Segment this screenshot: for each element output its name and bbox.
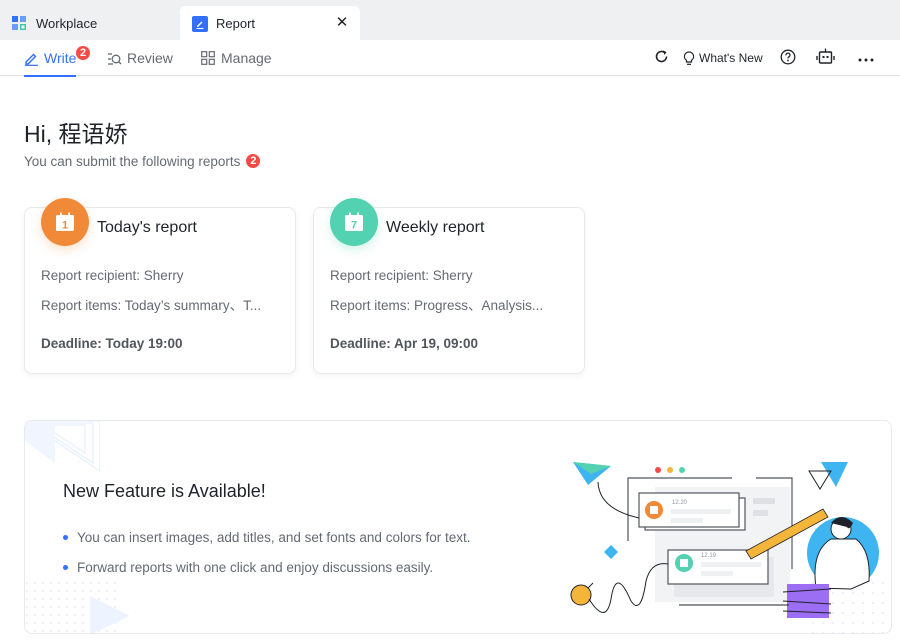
bullet-dot — [63, 535, 68, 540]
card-recipient: Report recipient: Sherry — [330, 268, 473, 283]
decorative-dots — [25, 581, 130, 633]
nav-label: Review — [127, 50, 173, 66]
more-button[interactable] — [858, 40, 874, 76]
calendar-day-number: 1 — [62, 220, 68, 232]
feature-bullet-text: You can insert images, add titles, and s… — [77, 530, 471, 545]
help-circle-icon — [780, 49, 796, 68]
illustration-date: 12.19 — [701, 553, 717, 559]
close-icon[interactable]: ✕ — [334, 15, 350, 31]
bullet-dot — [63, 565, 68, 570]
more-horizontal-icon — [858, 51, 874, 65]
tab-workplace[interactable]: Workplace — [0, 6, 180, 40]
feature-title: New Feature is Available! — [63, 481, 266, 501]
lightbulb-icon — [683, 50, 695, 66]
pencil-icon — [24, 51, 39, 66]
review-search-icon — [107, 51, 122, 66]
tab-report[interactable]: Report ✕ — [180, 6, 360, 40]
subtitle-text: You can submit the following reports — [24, 153, 241, 169]
refresh-button[interactable] — [654, 40, 669, 76]
calendar-day-number: 7 — [351, 220, 357, 232]
help-button[interactable] — [780, 40, 796, 76]
feature-bullet: You can insert images, add titles, and s… — [63, 530, 470, 545]
page-title: Hi, 程语娇 — [24, 121, 128, 147]
new-feature-banner: New Feature is Available! You can insert… — [24, 420, 892, 634]
feature-bullet-text: Forward reports with one click and enjoy… — [77, 560, 434, 575]
grid-apps-icon — [12, 16, 26, 30]
calendar-icon: 1 — [41, 198, 89, 246]
nav-label: Write — [44, 50, 77, 66]
calendar-icon: 7 — [330, 198, 378, 246]
app-navbar: Write 2 Review Manage What's New — [0, 40, 900, 77]
nav-review[interactable]: Review — [107, 40, 173, 76]
card-deadline: Deadline: Apr 19, 09:00 — [330, 336, 479, 351]
robot-icon — [816, 48, 835, 68]
nav-write[interactable]: Write 2 — [24, 40, 91, 77]
feature-bullet: Forward reports with one click and enjoy… — [63, 560, 433, 575]
card-recipient: Report recipient: Sherry — [41, 268, 184, 283]
grid-manage-icon — [201, 50, 216, 66]
tab-label: Workplace — [36, 15, 98, 31]
illustration-date: 12.20 — [672, 500, 688, 506]
notification-badge: 2 — [75, 45, 91, 61]
card-title: Today's report — [97, 219, 197, 236]
card-items: Report items: Progress、Analysis... — [330, 298, 544, 313]
report-card-daily[interactable]: 1 Today's report Report recipient: Sherr… — [24, 198, 296, 374]
report-count-badge: 2 — [245, 153, 262, 169]
nav-manage[interactable]: Manage — [201, 40, 272, 76]
refresh-icon — [654, 49, 669, 67]
whats-new-label: What's New — [699, 51, 763, 65]
card-title: Weekly report — [386, 219, 485, 236]
greeting-subtitle: You can submit the following reports 2 — [24, 153, 262, 169]
card-deadline: Deadline: Today 19:00 — [41, 336, 183, 351]
report-edit-icon — [192, 16, 208, 32]
report-card-weekly[interactable]: 7 Weekly report Report recipient: Sherry… — [313, 198, 585, 374]
window-tab-bar: Workplace Report ✕ — [0, 0, 900, 40]
feature-illustration: 12.20 12.19 — [570, 462, 886, 633]
nav-label: Manage — [221, 50, 272, 66]
card-items: Report items: Today’s summary、T... — [41, 298, 262, 313]
whats-new-button[interactable]: What's New — [683, 40, 763, 76]
decorative-triangles — [25, 421, 100, 472]
bot-button[interactable] — [816, 40, 835, 76]
tab-label: Report — [216, 15, 256, 31]
